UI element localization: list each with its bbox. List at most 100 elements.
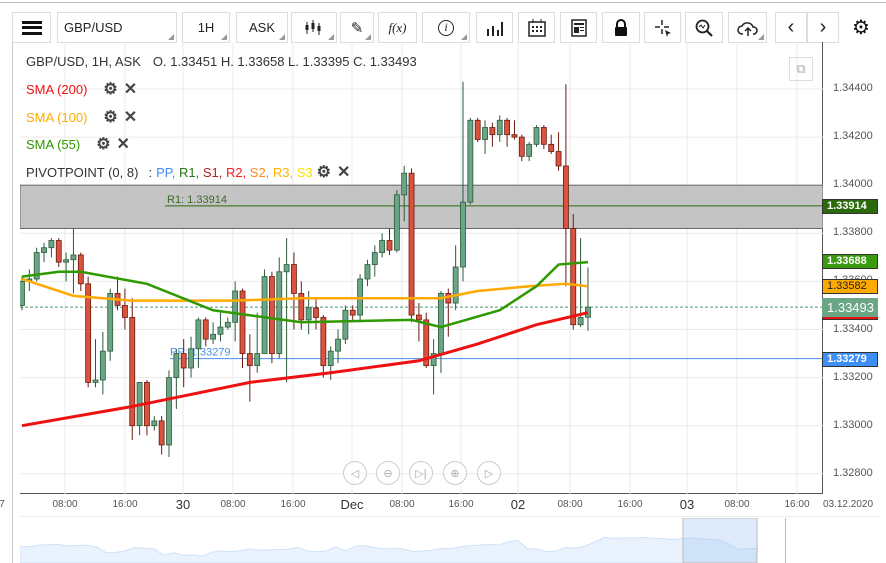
price-axis-label: 1.32800 — [833, 466, 873, 479]
candle — [276, 271, 283, 354]
candle — [342, 309, 349, 340]
lock-button[interactable] — [602, 12, 640, 43]
legend-sma200: SMA (200) ⚙ ✕ — [26, 79, 137, 99]
news-icon — [570, 18, 587, 37]
gear-icon[interactable]: ⚙ — [317, 162, 331, 182]
candle — [460, 201, 466, 268]
candle — [92, 379, 99, 383]
gear-icon: ⚙ — [852, 17, 870, 39]
interval-select[interactable]: 1H — [182, 12, 230, 43]
menu-button[interactable] — [12, 12, 51, 43]
pivot-item-s1: S1, — [202, 164, 226, 180]
candle — [452, 266, 459, 304]
candle — [533, 127, 540, 145]
candle — [393, 194, 400, 251]
candle — [408, 172, 415, 316]
chart-area[interactable]: R1: 1.33914 PP: 1.33279 — [1, 42, 824, 494]
close-icon[interactable]: ✕ — [337, 162, 350, 182]
navigator-area — [20, 536, 758, 563]
candle — [246, 353, 253, 366]
candle — [364, 264, 371, 280]
zoom-out-button[interactable]: ⊖ — [376, 461, 400, 485]
price-axis-label: 1.33400 — [833, 322, 873, 335]
scroll-right-button[interactable]: ▷ — [477, 461, 501, 485]
close-icon[interactable]: ✕ — [124, 79, 137, 99]
gear-icon[interactable]: ⚙ — [103, 79, 117, 99]
scroll-left-button[interactable]: ◁ — [343, 461, 367, 485]
time-axis-label: 16:00 — [112, 499, 138, 510]
sma200-label: SMA (200) — [26, 81, 88, 97]
r1-label: R1: 1.33914 — [167, 194, 227, 206]
gear-icon[interactable]: ⚙ — [103, 107, 117, 127]
candlestick-icon — [305, 19, 321, 35]
crosshair-button[interactable] — [644, 12, 681, 43]
candle — [195, 319, 202, 350]
time-axis-label: 03.12.2020 — [822, 499, 874, 510]
candle — [379, 240, 386, 253]
calendar-icon — [527, 18, 546, 37]
price-type-select[interactable]: ASK — [236, 12, 288, 43]
time-axis-label: 16:00 — [784, 499, 810, 510]
pp-price-marker: 1.33279 — [822, 352, 878, 367]
price-axis-label: 1.34000 — [833, 178, 873, 191]
calendar-button[interactable] — [518, 12, 555, 43]
candle — [555, 151, 562, 167]
close-icon[interactable]: ✕ — [117, 134, 130, 154]
navigator-selection[interactable] — [682, 518, 758, 563]
candle — [19, 280, 25, 306]
indicators-button[interactable]: f(x) — [378, 12, 417, 43]
pivot-items: PP, R1, S1, R2, S2, R3, S3 — [156, 165, 313, 180]
time-axis-label: 08:00 — [220, 499, 246, 510]
symbol-select[interactable]: GBP/USD — [57, 12, 177, 43]
time-axis-label: 30 — [175, 497, 191, 512]
time-axis-label: 16:00 — [280, 499, 306, 510]
navigator[interactable] — [20, 518, 823, 563]
time-axis-label: 02 — [510, 497, 526, 512]
candle — [268, 276, 275, 354]
sma55-line — [21, 260, 589, 329]
candle — [526, 143, 533, 157]
next-button[interactable]: › — [807, 12, 839, 43]
candle — [313, 307, 319, 318]
popout-button[interactable]: ⧉ — [789, 57, 813, 81]
draw-button[interactable]: ✎ — [340, 12, 374, 43]
candle — [55, 240, 62, 263]
candle — [151, 420, 158, 427]
legend-pivot: PIVOTPOINT (0, 8): PP, R1, S1, R2, S2, R3… — [26, 162, 350, 182]
close-icon[interactable]: ✕ — [124, 107, 137, 127]
chart-type-button[interactable] — [291, 12, 337, 43]
candle — [401, 172, 408, 196]
settings-button[interactable]: ⚙ — [845, 12, 877, 43]
info-button[interactable]: i — [422, 12, 470, 43]
news-button[interactable] — [560, 12, 597, 43]
prev-button[interactable]: ‹ — [775, 12, 807, 43]
legend-symbol: GBP/USD, 1H, ASK — [26, 54, 141, 69]
candle — [217, 326, 224, 335]
symbol-value: GBP/USD — [64, 20, 123, 35]
candle — [518, 136, 525, 157]
info-icon: i — [438, 19, 454, 36]
scroll-end-button[interactable]: ▷| — [409, 461, 433, 485]
volume-button[interactable] — [476, 12, 513, 43]
candle — [129, 317, 136, 427]
pivot-item-pp: PP, — [156, 164, 179, 180]
cloud-upload-icon — [736, 21, 758, 36]
candle — [335, 338, 341, 352]
time-axis-label: 7 — [0, 499, 5, 510]
candle — [467, 119, 474, 203]
candle — [349, 309, 356, 316]
candle — [77, 254, 84, 285]
cloud-button[interactable] — [728, 12, 767, 43]
candle — [48, 240, 55, 249]
left-frame — [12, 42, 13, 563]
navigator-handle[interactable] — [785, 518, 786, 563]
candle — [158, 420, 165, 446]
candle — [511, 134, 518, 138]
price-chart: R1: 1.33914PP: 1.33279 — [1, 42, 824, 494]
sma55-label: SMA (55) — [26, 136, 81, 152]
zoom-chart-button[interactable] — [685, 12, 723, 43]
scroll-left-icon: ◁ — [350, 467, 360, 480]
legend-sma100: SMA (100) ⚙ ✕ — [26, 107, 137, 127]
gear-icon[interactable]: ⚙ — [96, 134, 110, 154]
zoom-in-button[interactable]: ⊕ — [443, 461, 467, 485]
